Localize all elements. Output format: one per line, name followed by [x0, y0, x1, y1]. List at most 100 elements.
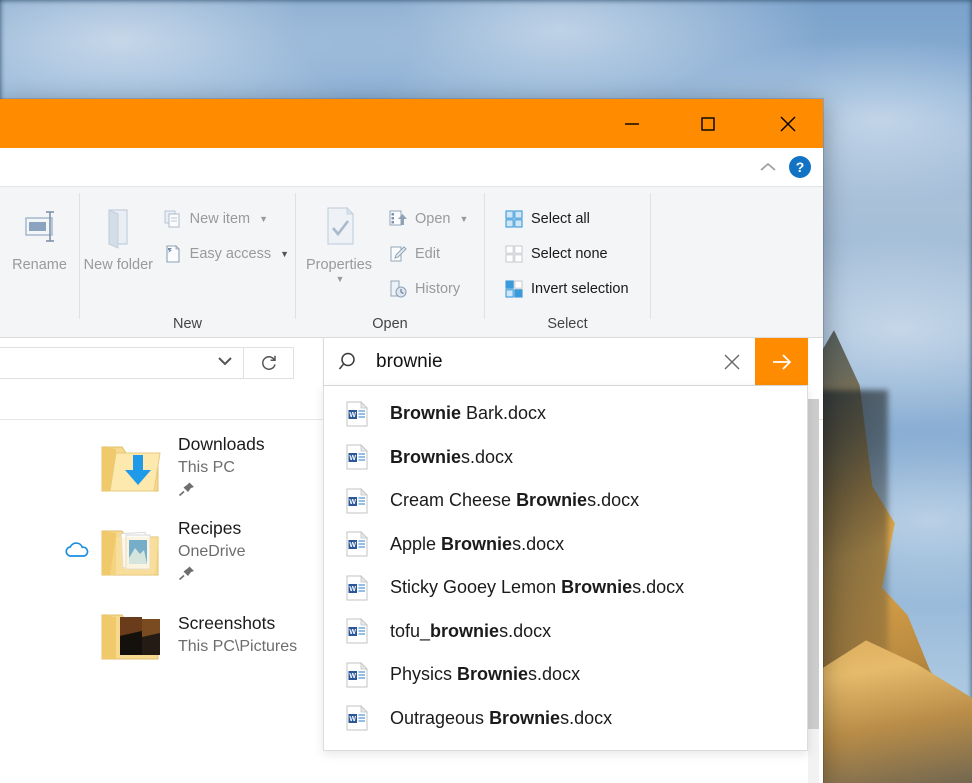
ribbon-group-label-organize [0, 311, 79, 337]
open-button[interactable]: Open ▼ [382, 201, 474, 236]
select-none-label: Select none [531, 246, 608, 262]
suggestion-item-1[interactable]: W Brownies.docx [324, 436, 807, 480]
edit-label: Edit [415, 246, 440, 262]
suggestion-label: Cream Cheese Brownies.docx [390, 490, 639, 511]
svg-text:W: W [349, 455, 356, 462]
ribbon-group-new: New folder New item ▼ [80, 187, 295, 337]
suggestion-list: W Brownie Bark.docx W Brownies.docx [324, 392, 807, 740]
list-item-path: OneDrive [178, 540, 246, 563]
onedrive-cloud-icon [62, 540, 92, 565]
search-input[interactable] [376, 351, 709, 373]
easy-access-button[interactable]: Easy access ▼ [157, 236, 295, 271]
word-document-icon: W [346, 531, 368, 557]
select-all-label: Select all [531, 211, 590, 227]
search-icon [324, 350, 376, 374]
properties-icon [317, 201, 361, 253]
chevron-down-icon[interactable]: ▼ [336, 274, 345, 284]
list-item-name: Screenshots [178, 613, 297, 635]
svg-text:W: W [349, 412, 356, 419]
close-button[interactable] [765, 99, 811, 148]
pin-icon [178, 565, 246, 586]
svg-text:W: W [349, 586, 356, 593]
svg-text:W: W [349, 629, 356, 636]
suggestion-item-6[interactable]: W Physics Brownies.docx [324, 653, 807, 697]
ribbon-divider [650, 193, 651, 319]
help-button[interactable]: ? [789, 156, 811, 178]
suggestion-label: tofu_brownies.docx [390, 621, 551, 642]
properties-button[interactable]: Properties ▼ [296, 195, 382, 284]
history-icon [388, 279, 408, 299]
history-button[interactable]: History [382, 271, 474, 306]
list-item-name: Downloads [178, 434, 265, 456]
new-folder-label: New folder [84, 257, 153, 274]
new-item-button[interactable]: New item ▼ [157, 201, 295, 236]
new-item-icon [163, 209, 183, 229]
pin-icon [178, 481, 265, 502]
suggestion-item-4[interactable]: W Sticky Gooey Lemon Brownies.docx [324, 566, 807, 610]
suggestion-label: Brownies.docx [390, 447, 513, 468]
ribbon-group-select: Select all Select none [485, 187, 650, 337]
svg-text:W: W [349, 499, 356, 506]
collapse-ribbon-button[interactable] [757, 159, 779, 175]
suggestion-label: Outrageous Brownies.docx [390, 708, 612, 729]
help-label: ? [796, 159, 805, 175]
invert-selection-icon [504, 279, 524, 299]
suggestion-label: Sticky Gooey Lemon Brownies.docx [390, 577, 684, 598]
new-folder-icon [96, 201, 140, 253]
invert-selection-button[interactable]: Invert selection [498, 271, 635, 306]
maximize-button[interactable] [685, 99, 731, 148]
search-box[interactable] [323, 337, 808, 386]
easy-access-icon [163, 244, 183, 264]
rename-label: Rename [12, 257, 67, 274]
suggestion-item-5[interactable]: W tofu_brownies.docx [324, 610, 807, 654]
word-document-icon: W [346, 705, 368, 731]
open-icon [388, 209, 408, 229]
word-document-icon: W [346, 662, 368, 688]
word-document-icon: W [346, 575, 368, 601]
search-go-button[interactable] [755, 338, 808, 385]
file-list-scrollbar[interactable] [808, 399, 819, 783]
edit-button[interactable]: Edit [382, 236, 474, 271]
invert-selection-label: Invert selection [531, 281, 629, 297]
suggestion-item-7[interactable]: W Outrageous Brownies.docx [324, 697, 807, 741]
ribbon-group-organize: Rename [0, 187, 79, 337]
pictures-folder-icon [96, 521, 166, 583]
refresh-button[interactable] [244, 347, 294, 379]
ribbon-group-open: Properties ▼ [296, 187, 484, 337]
window-title-bar [0, 99, 823, 148]
list-item-path: This PC\Pictures [178, 635, 297, 658]
suggestion-label: Physics Brownies.docx [390, 664, 580, 685]
select-none-button[interactable]: Select none [498, 236, 635, 271]
ribbon-tab-strip: ? [0, 148, 823, 186]
select-all-button[interactable]: Select all [498, 201, 635, 236]
chevron-down-icon[interactable] [215, 354, 235, 373]
rename-icon [17, 201, 63, 253]
word-document-icon: W [346, 444, 368, 470]
chevron-down-icon[interactable]: ▼ [280, 249, 289, 259]
suggestion-label: Brownie Bark.docx [390, 403, 546, 424]
search-suggestions-dropdown: W Brownie Bark.docx W Brownies.docx [323, 386, 808, 751]
svg-text:W: W [349, 716, 356, 723]
list-item-path: This PC [178, 456, 265, 479]
word-document-icon: W [346, 401, 368, 427]
suggestion-item-2[interactable]: W Cream Cheese Brownies.docx [324, 479, 807, 523]
suggestion-item-3[interactable]: W Apple Brownies.docx [324, 523, 807, 567]
list-item-name: Recipes [178, 518, 246, 540]
history-label: History [415, 281, 460, 297]
svg-text:W: W [349, 673, 356, 680]
ribbon-group-label-new: New [80, 311, 295, 337]
search-area: W Brownie Bark.docx W Brownies.docx [323, 337, 808, 751]
address-bar[interactable] [0, 347, 244, 379]
clear-search-icon[interactable] [709, 351, 755, 373]
chevron-down-icon[interactable]: ▼ [459, 214, 468, 224]
suggestion-item-0[interactable]: W Brownie Bark.docx [324, 392, 807, 436]
scrollbar-thumb[interactable] [808, 399, 819, 729]
word-document-icon: W [346, 618, 368, 644]
chevron-down-icon[interactable]: ▼ [259, 214, 268, 224]
rename-button[interactable]: Rename [0, 195, 79, 274]
word-document-icon: W [346, 488, 368, 514]
minimize-button[interactable] [609, 99, 655, 148]
new-folder-button[interactable]: New folder [80, 195, 157, 274]
edit-icon [388, 244, 408, 264]
properties-label: Properties [306, 257, 372, 274]
